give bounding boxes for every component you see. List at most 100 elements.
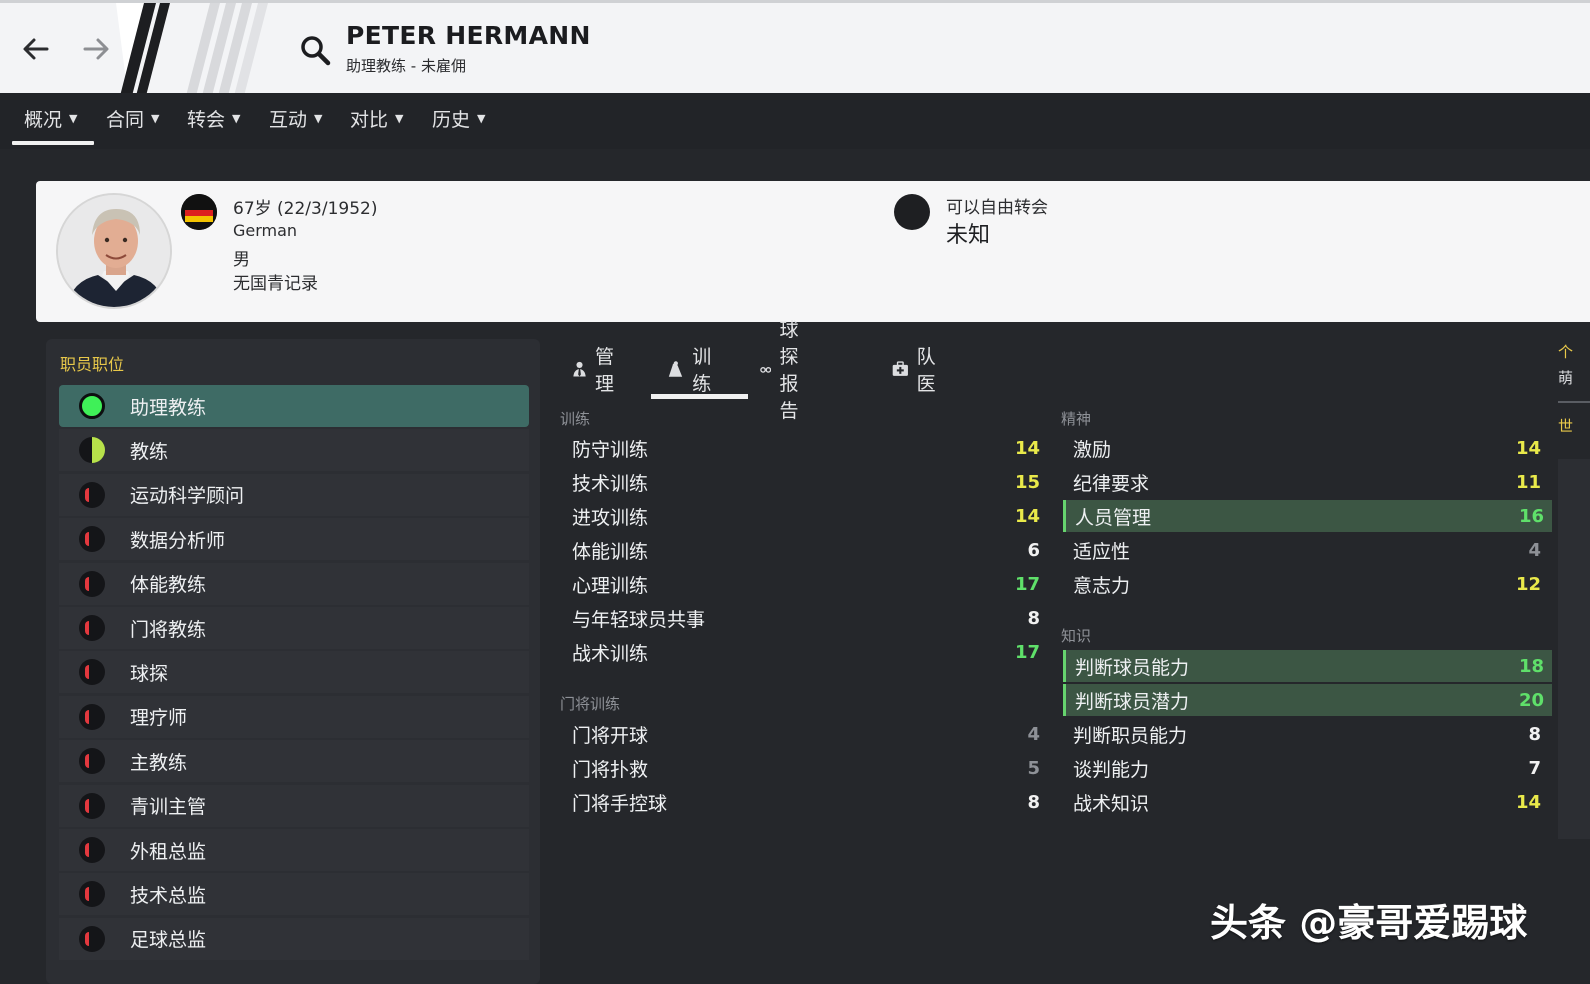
chevron-down-icon: ▼ <box>477 111 486 125</box>
attribute-row[interactable]: 适应性 4 <box>1063 534 1549 566</box>
attribute-value: 14 <box>1515 791 1541 813</box>
attribute-row[interactable]: 进攻训练 14 <box>562 500 1048 532</box>
active-attr-tab-underline <box>651 394 748 399</box>
role-row[interactable]: 球探 <box>59 651 529 694</box>
attribute-row[interactable]: 判断球员潜力 20 <box>1063 684 1552 716</box>
youth-record: 无国青记录 <box>233 274 318 294</box>
role-suitability-low-icon <box>79 792 105 819</box>
profile-card: 67岁 (22/3/1952) German 男 无国青记录 可以自由转会 未知 <box>36 181 1590 322</box>
role-suitability-sliver <box>85 576 89 591</box>
role-label: 技术总监 <box>130 884 207 907</box>
attribute-row[interactable]: 纪律要求 11 <box>1063 466 1549 498</box>
right-edge-text: 个 <box>1558 343 1574 361</box>
attribute-row[interactable]: 体能训练 6 <box>562 534 1048 566</box>
attribute-name: 判断职员能力 <box>1073 724 1188 747</box>
role-suitability-low-icon <box>79 748 105 775</box>
tab-label: 合同 <box>106 108 145 131</box>
attribute-row[interactable]: 心理训练 17 <box>562 568 1048 600</box>
tab-overview[interactable]: 概况 ▼ <box>24 103 77 133</box>
attribute-row[interactable]: 门将扑救 5 <box>562 752 1048 784</box>
role-row[interactable]: 助理教练 <box>59 385 529 427</box>
attribute-row[interactable]: 门将开球 4 <box>562 718 1048 750</box>
back-arrow-icon[interactable] <box>18 31 54 67</box>
header-stripes-decoration <box>116 3 268 96</box>
role-suitability-low-icon <box>79 481 105 508</box>
role-row[interactable]: 技术总监 <box>59 873 529 916</box>
attribute-name: 判断球员潜力 <box>1075 690 1190 713</box>
attribute-row[interactable]: 人员管理 16 <box>1063 500 1552 532</box>
tab-scout-report[interactable]: 球探报告 <box>760 319 813 422</box>
role-row[interactable]: 足球总监 <box>59 917 529 960</box>
role-suitability-sliver <box>85 843 89 857</box>
tab-contract[interactable]: 合同 ▼ <box>106 103 159 133</box>
attribute-name: 心理训练 <box>572 574 649 597</box>
right-panel-edge: 个 萌 世 <box>1556 339 1590 839</box>
tab-interaction[interactable]: 互动 ▼ <box>269 103 322 133</box>
nationality: German <box>233 221 298 240</box>
staff-roles-panel: 职员职位 助理教练 教练 运动科学顾问 数据分析师 体能教练 门将教练 球探 理疗师 主教练 青训… <box>46 339 540 984</box>
attribute-value: 14 <box>1014 505 1040 527</box>
role-suitability-low-icon <box>79 837 105 863</box>
role-suitability-full-icon <box>79 393 105 419</box>
attribute-row[interactable]: 判断职员能力 8 <box>1063 718 1549 750</box>
role-row[interactable]: 主教练 <box>59 740 529 783</box>
role-suitability-low-icon <box>79 881 105 908</box>
tab-physio[interactable]: 队医 <box>892 346 943 395</box>
attribute-row[interactable]: 门将手控球 8 <box>562 786 1048 818</box>
tab-label: 概况 <box>24 108 63 131</box>
role-label: 运动科学顾问 <box>130 485 245 508</box>
role-row[interactable]: 门将教练 <box>59 607 529 649</box>
role-row[interactable]: 青训主管 <box>59 784 529 827</box>
role-suitability-sliver <box>85 931 89 946</box>
role-row[interactable]: 教练 <box>59 429 529 472</box>
attribute-name: 与年轻球员共事 <box>572 608 706 631</box>
tab-transfer[interactable]: 转会 ▼ <box>187 103 240 133</box>
tab-history[interactable]: 历史 ▼ <box>432 103 485 133</box>
role-row[interactable]: 理疗师 <box>59 695 529 738</box>
tab-compare[interactable]: 对比 ▼ <box>350 103 403 133</box>
attribute-value: 12 <box>1515 573 1541 595</box>
attribute-row[interactable]: 战术训练 17 <box>562 636 1048 668</box>
right-edge-text: 世 <box>1558 417 1574 435</box>
attribute-row[interactable]: 战术知识 14 <box>1063 786 1549 818</box>
attribute-row[interactable]: 与年轻球员共事 8 <box>562 602 1048 634</box>
attribute-value: 5 <box>1027 757 1040 779</box>
forward-arrow-icon[interactable] <box>78 31 114 67</box>
search-icon[interactable] <box>298 33 332 67</box>
attribute-name: 门将扑救 <box>572 758 649 781</box>
attribute-value: 7 <box>1528 757 1541 779</box>
attribute-value: 4 <box>1027 723 1040 745</box>
gender: 男 <box>233 250 250 270</box>
attribute-name: 体能训练 <box>572 540 649 563</box>
role-row[interactable]: 外租总监 <box>59 829 529 871</box>
role-label: 主教练 <box>130 751 188 774</box>
role-row[interactable]: 数据分析师 <box>59 518 529 561</box>
attribute-row[interactable]: 谈判能力 7 <box>1063 752 1549 784</box>
attribute-row[interactable]: 防守训练 14 <box>562 432 1048 464</box>
tab-training[interactable]: 训练 <box>666 346 719 395</box>
avatar <box>56 193 172 309</box>
attribute-row[interactable]: 判断球员能力 18 <box>1063 650 1552 682</box>
role-suitability-low-icon <box>79 703 105 730</box>
chevron-down-icon: ▼ <box>69 111 78 125</box>
attribute-value: 14 <box>1014 437 1040 459</box>
section-title-mental: 精神 <box>1061 410 1092 428</box>
role-row[interactable]: 运动科学顾问 <box>59 473 529 516</box>
attribute-value: 16 <box>1518 505 1544 527</box>
attribute-row[interactable]: 技术训练 15 <box>562 466 1048 498</box>
attribute-value: 14 <box>1515 437 1541 459</box>
role-suitability-low-icon <box>79 570 105 597</box>
role-suitability-sliver <box>85 621 89 635</box>
tab-management[interactable]: 管理 <box>572 346 621 395</box>
section-title-training: 训练 <box>560 410 591 428</box>
role-row[interactable]: 体能教练 <box>59 562 529 605</box>
transfer-status-value: 未知 <box>946 223 991 248</box>
attribute-row[interactable]: 激励 14 <box>1063 432 1549 464</box>
binoculars-icon <box>760 367 772 373</box>
role-suitability-low-icon <box>79 615 105 641</box>
role-label: 球探 <box>130 662 169 685</box>
attribute-value: 20 <box>1518 689 1544 711</box>
attribute-row[interactable]: 意志力 12 <box>1063 568 1549 600</box>
watermark: 头条 @豪哥爱踢球 <box>1210 901 1528 945</box>
tab-label: 互动 <box>269 108 308 131</box>
